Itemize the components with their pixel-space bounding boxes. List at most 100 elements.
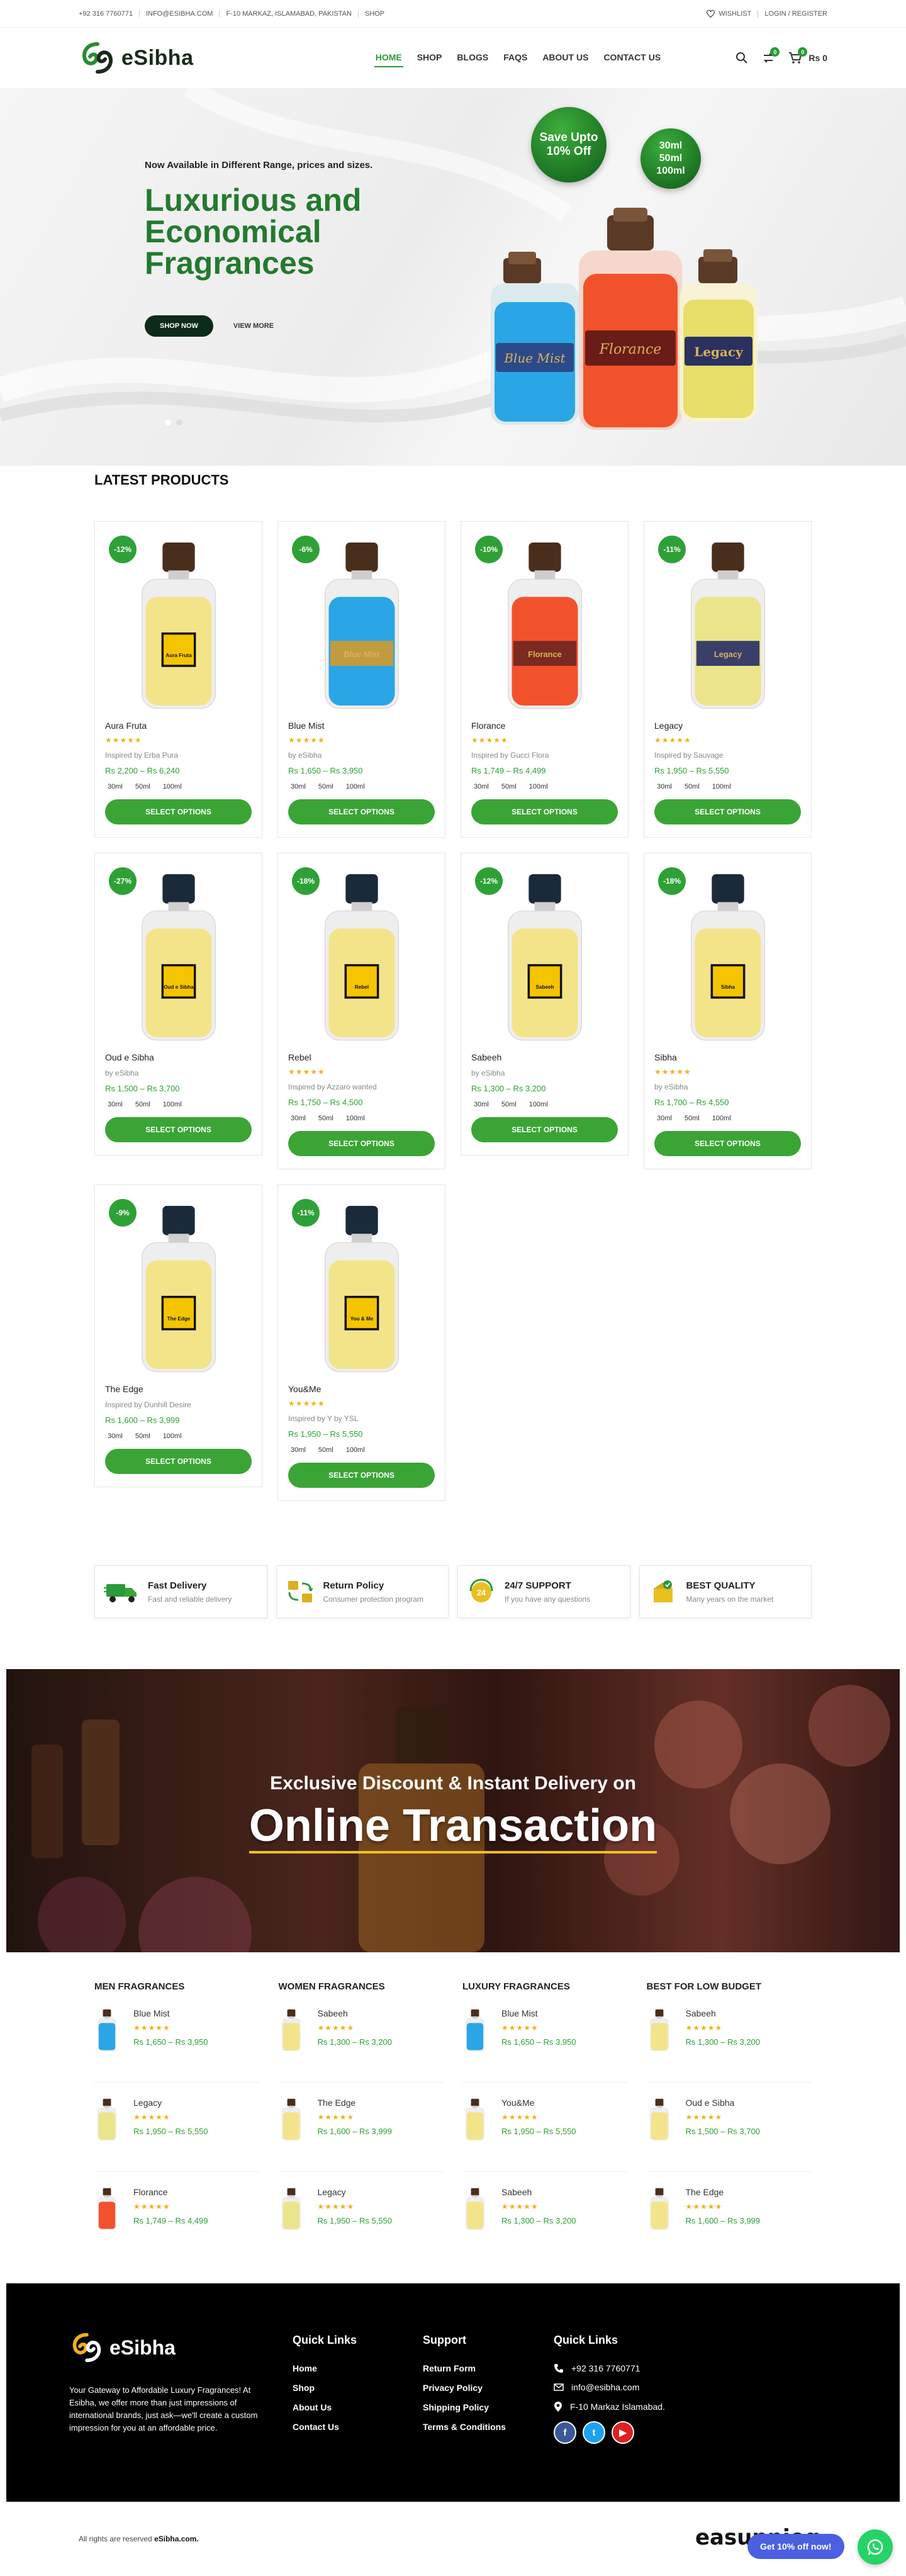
size-option[interactable]: 50ml xyxy=(316,782,336,792)
twitter-icon[interactable]: t xyxy=(583,2421,605,2444)
footer-link-contact[interactable]: Contact Us xyxy=(293,2422,357,2432)
select-options-button[interactable]: SELECT OPTIONS xyxy=(105,799,252,824)
list-item[interactable]: Oud e Sibha ★★★★★ Rs 1,500 – Rs 3,700 xyxy=(646,2098,812,2172)
list-thumbnail[interactable] xyxy=(647,2187,672,2231)
topbar-email[interactable]: INFO@ESIBHA.COM xyxy=(146,10,213,18)
size-option[interactable]: 30ml xyxy=(471,782,491,792)
copyright-brand[interactable]: eSibha.com. xyxy=(154,2534,199,2543)
product-card[interactable]: -10% Florance Florance ★★★★★ Inspired by Guc… xyxy=(461,521,629,838)
product-card[interactable]: -12% Aura Fruta Aura Fruta ★★★★★ Inspired by… xyxy=(94,521,262,838)
footer-link-about[interactable]: About Us xyxy=(293,2402,357,2412)
footer-link-home[interactable]: Home xyxy=(293,2363,357,2373)
list-item[interactable]: Blue Mist ★★★★★ Rs 1,650 – Rs 3,950 xyxy=(462,2008,628,2083)
list-thumbnail[interactable] xyxy=(462,2008,488,2052)
list-item[interactable]: Legacy ★★★★★ Rs 1,950 – Rs 5,550 xyxy=(94,2098,260,2172)
size-option[interactable]: 100ml xyxy=(344,1113,367,1123)
size-option[interactable]: 50ml xyxy=(133,782,153,792)
facebook-icon[interactable]: f xyxy=(554,2421,576,2444)
size-option[interactable]: 30ml xyxy=(288,1113,308,1123)
footer-link-shop[interactable]: Shop xyxy=(293,2383,357,2393)
nav-contact[interactable]: CONTACT US xyxy=(602,48,662,67)
nav-blogs[interactable]: BLOGS xyxy=(456,48,489,67)
topbar-phone[interactable]: +92 316 7760771 xyxy=(79,10,133,18)
size-option[interactable]: 50ml xyxy=(133,1100,153,1110)
select-options-button[interactable]: SELECT OPTIONS xyxy=(471,1117,618,1142)
product-name[interactable]: Oud e Sibha xyxy=(105,1052,252,1062)
list-item-name[interactable]: Florance xyxy=(133,2187,208,2197)
footer-link-return-form[interactable]: Return Form xyxy=(423,2363,506,2373)
size-option[interactable]: 50ml xyxy=(316,1113,336,1123)
list-item[interactable]: Legacy ★★★★★ Rs 1,950 – Rs 5,550 xyxy=(279,2187,444,2261)
product-card[interactable]: -11% Legacy Legacy ★★★★★ Inspired by Sauvage… xyxy=(644,521,812,838)
product-card[interactable]: -9% The Edge The Edge Inspired by Dunhill D… xyxy=(94,1184,262,1487)
nav-shop[interactable]: SHOP xyxy=(416,48,444,67)
select-options-button[interactable]: SELECT OPTIONS xyxy=(288,1131,435,1156)
list-thumbnail[interactable] xyxy=(462,2187,488,2231)
list-item-name[interactable]: Sabeeh xyxy=(318,2008,393,2018)
footer-link-shipping[interactable]: Shipping Policy xyxy=(423,2402,506,2412)
size-option[interactable]: 30ml xyxy=(105,1100,125,1110)
whatsapp-button[interactable] xyxy=(858,2529,893,2565)
select-options-button[interactable]: SELECT OPTIONS xyxy=(105,1117,252,1142)
select-options-button[interactable]: SELECT OPTIONS xyxy=(105,1449,252,1474)
nav-about[interactable]: ABOUT US xyxy=(541,48,590,67)
product-name[interactable]: The Edge xyxy=(105,1384,252,1394)
list-thumbnail[interactable] xyxy=(279,2008,304,2052)
size-option[interactable]: 100ml xyxy=(527,1100,551,1110)
list-thumbnail[interactable] xyxy=(94,2008,120,2052)
list-item-name[interactable]: Oud e Sibha xyxy=(686,2098,761,2108)
get-discount-button[interactable]: Get 10% off now! xyxy=(747,2534,844,2559)
slider-dot-1[interactable] xyxy=(165,419,171,425)
nav-faqs[interactable]: FAQS xyxy=(502,48,528,67)
search-icon[interactable] xyxy=(735,52,748,64)
product-name[interactable]: Sabeeh xyxy=(471,1052,618,1062)
product-card[interactable]: -27% Oud e Sibha Oud e Sibha by eSibha Rs 1,… xyxy=(94,853,262,1156)
topbar-shop-link[interactable]: SHOP xyxy=(365,10,384,18)
nav-home[interactable]: HOME xyxy=(374,48,403,67)
product-name[interactable]: Blue Mist xyxy=(288,721,435,731)
youtube-icon[interactable]: ▶ xyxy=(612,2421,634,2444)
select-options-button[interactable]: SELECT OPTIONS xyxy=(471,799,618,824)
cart-button[interactable]: 0 Rs 0 xyxy=(788,47,827,64)
list-item[interactable]: The Edge ★★★★★ Rs 1,600 – Rs 3,999 xyxy=(278,2098,444,2172)
list-item-name[interactable]: Legacy xyxy=(318,2187,393,2197)
shop-now-button[interactable]: SHOP NOW xyxy=(145,315,213,337)
product-card[interactable]: -18% Sibha Sibha ★★★★★ by eSibha Rs 1,700 – R… xyxy=(644,853,812,1169)
size-option[interactable]: 100ml xyxy=(710,1113,734,1123)
list-item-name[interactable]: You&Me xyxy=(501,2098,576,2108)
list-item-name[interactable]: Blue Mist xyxy=(501,2008,576,2018)
size-option[interactable]: 50ml xyxy=(499,1100,519,1110)
size-option[interactable]: 100ml xyxy=(344,1445,367,1455)
product-name[interactable]: You&Me xyxy=(288,1384,435,1394)
product-name[interactable]: Aura Fruta xyxy=(105,721,252,731)
list-thumbnail[interactable] xyxy=(94,2187,120,2231)
list-item-name[interactable]: Sabeeh xyxy=(501,2187,576,2197)
size-option[interactable]: 30ml xyxy=(654,1113,674,1123)
size-option[interactable]: 50ml xyxy=(133,1431,153,1441)
size-option[interactable]: 30ml xyxy=(105,782,125,792)
list-item[interactable]: Sabeeh ★★★★★ Rs 1,300 – Rs 3,200 xyxy=(462,2187,628,2261)
size-option[interactable]: 100ml xyxy=(160,1431,184,1441)
wishlist-link[interactable]: WISHLIST xyxy=(707,10,751,18)
size-option[interactable]: 100ml xyxy=(160,782,184,792)
footer-link-terms[interactable]: Terms & Conditions xyxy=(423,2422,506,2432)
size-option[interactable]: 100ml xyxy=(344,782,367,792)
list-thumbnail[interactable] xyxy=(279,2187,304,2231)
login-link[interactable]: LOGIN / REGISTER xyxy=(764,10,827,18)
list-item[interactable]: Blue Mist ★★★★★ Rs 1,650 – Rs 3,950 xyxy=(94,2008,260,2083)
site-logo[interactable]: eSibha xyxy=(79,42,193,74)
product-card[interactable]: -6% Blue Mist Blue Mist ★★★★★ by eSibha Rs 1,… xyxy=(277,521,445,838)
product-card[interactable]: -11% You & Me You&Me ★★★★★ Inspired by Y by … xyxy=(277,1184,445,1501)
product-name[interactable]: Rebel xyxy=(288,1052,435,1062)
size-option[interactable]: 30ml xyxy=(288,782,308,792)
list-thumbnail[interactable] xyxy=(647,2008,672,2052)
select-options-button[interactable]: SELECT OPTIONS xyxy=(654,799,801,824)
footer-link-privacy[interactable]: Privacy Policy xyxy=(423,2383,506,2393)
select-options-button[interactable]: SELECT OPTIONS xyxy=(654,1131,801,1156)
slider-dot-2[interactable] xyxy=(176,419,182,425)
product-name[interactable]: Florance xyxy=(471,721,618,731)
list-thumbnail[interactable] xyxy=(279,2098,304,2142)
list-thumbnail[interactable] xyxy=(647,2098,672,2142)
list-item[interactable]: The Edge ★★★★★ Rs 1,600 – Rs 3,999 xyxy=(647,2187,812,2261)
size-option[interactable]: 30ml xyxy=(654,782,674,792)
